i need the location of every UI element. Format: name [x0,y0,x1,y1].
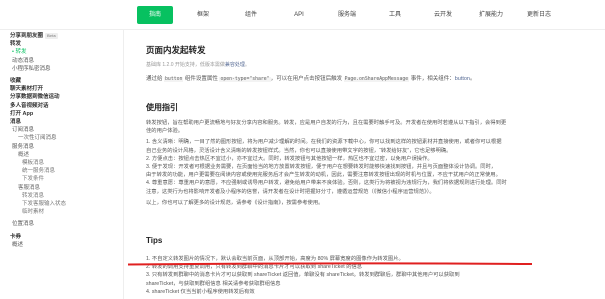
sidebar-item-label: 概述 [12,241,24,248]
sidebar-item[interactable]: 下发条件 [0,175,123,183]
sidebar-item[interactable]: 分享到朋友圈 Beta [0,32,123,40]
red-underline-annotation [128,262,532,266]
sidebar-item[interactable]: 临时素材 [0,208,123,216]
page-title: 页面内发起转发 [146,45,206,55]
sidebar-item[interactable]: 消息 [0,118,123,126]
intro-text: ，可以在用户点击按钮后触发 [270,76,343,82]
sidebar-item[interactable]: 分享数据到微信运动 [0,93,123,101]
nav-item[interactable]: 组件 [233,6,269,24]
intro-text: 通过给 [146,76,163,82]
guide-heading: 使用指引 [146,103,178,112]
sidebar-item[interactable]: 订阅消息 [0,126,123,134]
sidebar-item[interactable]: 服务消息 [0,143,123,151]
top-navigation-bar: 指南 框架 组件 API 服务端 工具 云开发 扩展能力 更新日志 [0,0,605,30]
sidebar-item[interactable]: 转发 [0,40,123,48]
sidebar-item[interactable]: 打开 App [0,110,123,118]
nav-item[interactable]: 扩展能力 [473,6,509,24]
sidebar-item-label: 卡券 [10,233,22,240]
sidebar-item[interactable]: 概述 [0,151,123,159]
sidebar-item[interactable]: 统一服务消息 [0,167,123,175]
sidebar-item-label: 统一服务消息 [22,168,56,175]
page-onshare-link[interactable]: Page.onShareAppMessage [343,77,410,82]
sidebar-item[interactable]: 一次性订阅消息 [0,134,123,142]
sidebar-item[interactable]: 模板消息 [0,159,123,167]
sidebar-item[interactable]: 多人音视频对话 [0,102,123,110]
page-subtitle: 基础库 1.2.0 开始支持，低版本需做兼容处理。 [146,61,250,68]
guide-line: 转发按钮，旨在帮助用户更流畅地与好友分享内容和服务。转发，应是用户自发的行为，且… [146,120,507,126]
sidebar-item-label: 服务消息 [12,143,35,150]
sidebar-item-label: 位置消息 [12,221,35,228]
sidebar: 分享到朋友圈 Beta 转发 • 转发 动态消息 小程序私密消息 收藏 聊天素材打开 分享数据到… [0,30,124,299]
sidebar-item[interactable]: 客服消息 [0,184,123,192]
sidebar-item-label: 客服消息 [18,184,41,191]
sidebar-item-label: 动态消息 [12,57,35,64]
sidebar-item[interactable]: 收藏 [0,77,123,85]
sidebar-item-label: 概述 [18,151,30,158]
guide-list: 转发按钮，旨在帮助用户更流畅地与好友分享内容和服务。转发，应是用户自发的行为，且… [146,119,601,207]
sidebar-item-label: 订阅消息 [12,127,35,134]
main-nav: 指南 框架 组件 API 服务端 工具 云开发 扩展能力 更新日志 [137,6,569,24]
sidebar-item-label: 收藏 [10,78,22,85]
guide-line: 由于转发的功能，用户更需要在阅读内容或使用完服务后才会产生转发的动机，因此，需要… [146,172,501,179]
beta-badge: Beta [45,33,58,39]
sidebar-item-label: 一次性订阅消息 [18,135,57,142]
sidebar-item-label: 打开 App [10,110,34,117]
button-component-link[interactable]: button [455,76,470,82]
guide-line: 自己业务的设计风格，灵活设计含义清晰的转发按钮样式。当然，你也可以直接使用带文字… [146,147,452,154]
sidebar-item[interactable]: 小程序私密消息 [0,65,123,73]
inline-code: button [164,77,184,82]
sidebar-item[interactable]: 下发客服输入状态 [0,200,123,208]
nav-item[interactable]: 工具 [377,6,413,24]
intro-text: 组件设置属性 [184,76,218,82]
sidebar-item-label: 消息 [10,119,22,126]
nav-item[interactable]: 服务端 [329,6,365,24]
intro-text: 事件，相关组件： [410,76,455,82]
sidebar-item-label: 转发消息 [22,192,45,199]
guide-line: 1. 含义清晰：明确，一目了然的图形按钮，将为用户减少理解的时间。在我们的资源下… [146,139,502,146]
tip-line: 4. shareTicket 仅当当前小程序使用转发后有效 [146,288,255,295]
guide-line: 4. 尊重意愿：尊重用户的意愿，不应强制或诱导用户转发，避免给用户带来不良体验。… [146,180,507,187]
guide-line: 注意，这类行为也将影响开发者及小程序的信誉，请开发者在设计时把握好分寸，遵循运营… [146,188,435,195]
tip-line: 3. 只有转发到群聊中的消息卡片才可以获取到 shareTicket 返回值，单… [146,272,460,279]
compat-link[interactable]: 兼容处理 [225,62,245,68]
sidebar-item[interactable]: • 转发 [0,48,123,56]
sidebar-item-label: 下发条件 [22,176,45,183]
tip-line: shareTicket，与获取到群组信息 相关请参考获取群组信息 [146,280,281,287]
inline-code: open-type="share" [219,77,271,82]
guide-line: 2. 方便点击：按钮点击热区不宜过小，亦不宜过大。同时，转发按钮与其他按钮一样，… [146,155,433,162]
sidebar-item-label: 多人音视频对话 [10,102,49,109]
sidebar-item-label: 下发客服输入状态 [22,201,67,208]
sidebar-item[interactable]: 位置消息 [0,220,123,228]
nav-item[interactable]: 云开发 [425,6,461,24]
sidebar-item-label: 转发 [10,41,22,48]
nav-item[interactable]: 框架 [185,6,221,24]
sidebar-item-label: 分享到朋友圈 [10,33,44,39]
nav-item[interactable]: 更新日志 [521,6,557,24]
sidebar-item-label: 临时素材 [22,209,45,216]
sidebar-item[interactable]: 聊天素材打开 [0,85,123,93]
guide-line: 佳的用户体验。 [146,128,184,135]
sidebar-item-label: 模板消息 [22,160,45,167]
sidebar-item[interactable]: 动态消息 [0,57,123,65]
tips-heading: Tips [146,236,163,245]
intro-paragraph: 通过给 button 组件设置属性 open-type="share"，可以在用… [146,75,596,85]
sidebar-item-label: • 转发 [12,49,27,56]
doc-content: 页面内发起转发 基础库 1.2.0 开始支持，低版本需做兼容处理。 通过给 bu… [136,30,605,299]
guide-line: 以上，你也可以了解更多的设计规范，请参考《设计指南》，按需参考使用。 [146,199,324,206]
nav-item[interactable]: API [281,6,317,24]
subtitle-text: 基础库 1.2.0 开始支持，低版本需做 [146,62,225,68]
sidebar-item-label: 小程序私密消息 [12,65,51,72]
sidebar-item[interactable]: 转发消息 [0,192,123,200]
sidebar-item[interactable]: 卡券 [0,233,123,241]
guide-line: 3. 便于发现：开发者可根据业务需要，在页面恰当的地方放置转发按钮，便于用户在想… [146,164,497,171]
nav-item[interactable]: 指南 [137,6,173,24]
sidebar-item-label: 分享数据到微信运动 [10,94,60,101]
sidebar-item[interactable]: 概述 [0,241,123,249]
intro-text: 。 [470,76,476,82]
subtitle-suffix: 。 [244,62,250,68]
sidebar-item-label: 聊天素材打开 [10,86,44,93]
